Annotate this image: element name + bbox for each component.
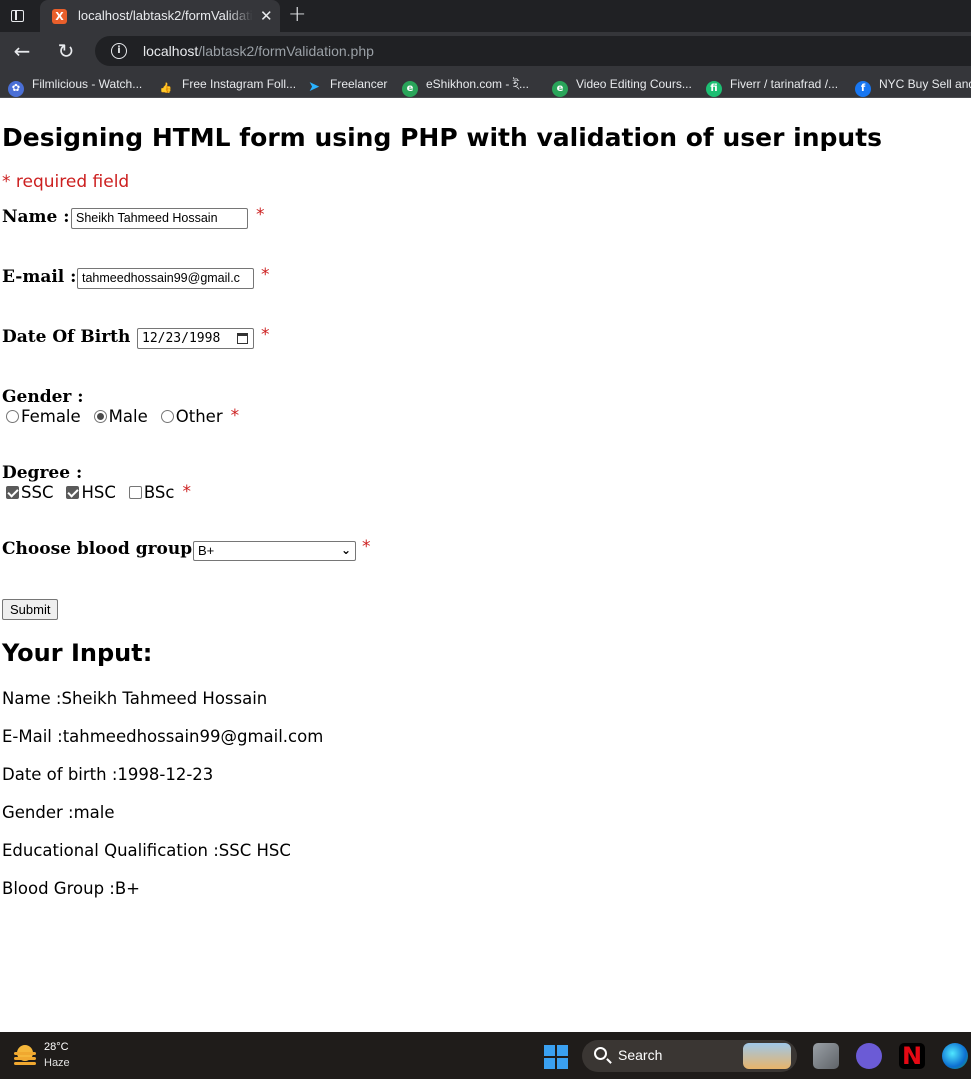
- bookmarks-bar: ✿ Filmlicious - Watch... 👍 Free Instagram …: [0, 70, 971, 98]
- dob-value: 12/23/1998: [142, 331, 221, 346]
- bookmark-item[interactable]: fi Fiverr / tarinafrad /...: [706, 75, 838, 97]
- edge-browser-icon[interactable]: [942, 1043, 968, 1069]
- email-label: E-mail :: [2, 267, 77, 287]
- thumbs-up-icon: 👍: [159, 83, 173, 94]
- radio-label: Female: [21, 406, 81, 426]
- blood-group-value: B+: [198, 543, 215, 558]
- name-input[interactable]: Sheikh Tahmeed Hossain: [71, 208, 248, 229]
- checkbox-ssc[interactable]: [6, 485, 19, 499]
- fiverr-icon: fi: [706, 81, 722, 97]
- output-dob: Date of birth :1998-12-23: [2, 765, 214, 784]
- checkbox-label: BSc: [143, 482, 175, 502]
- xampp-favicon-icon: X: [52, 9, 67, 24]
- required-asterisk: *: [256, 205, 265, 225]
- eshikhon-icon: e: [552, 81, 568, 97]
- new-tab-icon[interactable]: +: [288, 3, 306, 27]
- reload-icon[interactable]: ↻: [53, 39, 79, 63]
- email-input[interactable]: tahmeedhossain99@gmail.c: [77, 268, 254, 289]
- weather-temperature[interactable]: 28°C: [44, 1041, 69, 1053]
- page-title: Designing HTML form using PHP with valid…: [2, 123, 883, 152]
- blood-group-label: Choose blood group:: [2, 539, 199, 559]
- gender-options: Female Male Other *: [1, 406, 239, 426]
- page-content: Designing HTML form using PHP with valid…: [0, 99, 971, 1032]
- required-asterisk: *: [261, 325, 270, 345]
- taskbar: 28°C Haze Search N: [0, 1032, 971, 1079]
- windows-start-icon[interactable]: [544, 1045, 568, 1069]
- browser-toolbar: ← ↻ i localhost/labtask2/formValidation.…: [0, 32, 971, 70]
- facebook-icon: f: [855, 81, 871, 97]
- bookmark-item[interactable]: e Video Editing Cours...: [552, 75, 692, 97]
- weather-condition[interactable]: Haze: [44, 1057, 70, 1069]
- address-bar[interactable]: i localhost/labtask2/formValidation.php: [95, 36, 971, 66]
- calendar-icon[interactable]: [237, 333, 248, 344]
- search-label: Search: [618, 1047, 663, 1063]
- eshikhon-icon: e: [402, 81, 418, 97]
- teams-chat-icon[interactable]: [856, 1043, 882, 1069]
- radio-male[interactable]: [93, 409, 107, 423]
- dob-input[interactable]: 12/23/1998: [137, 328, 254, 349]
- chevron-down-icon: ⌄: [340, 543, 351, 557]
- bookmark-item[interactable]: ➤ Freelancer: [306, 75, 387, 95]
- output-education: Educational Qualification :SSC HSC: [2, 841, 291, 860]
- required-asterisk: *: [261, 265, 270, 285]
- back-arrow-icon[interactable]: ←: [9, 39, 35, 63]
- radio-other[interactable]: [160, 409, 174, 423]
- checkbox-bsc[interactable]: [128, 485, 142, 499]
- film-icon: ✿: [8, 81, 24, 97]
- taskbar-search[interactable]: Search: [582, 1040, 797, 1072]
- bookmark-item[interactable]: ✿ Filmlicious - Watch...: [8, 75, 142, 97]
- degree-options: SSC HSC BSc *: [1, 482, 191, 502]
- url-text[interactable]: localhost/labtask2/formValidation.php: [143, 43, 374, 59]
- checkbox-label: SSC: [21, 482, 54, 502]
- degree-label: Degree :: [2, 463, 83, 483]
- blood-group-select[interactable]: B+ ⌄: [193, 541, 356, 561]
- required-field-note: * required field: [2, 172, 130, 192]
- netflix-icon[interactable]: N: [899, 1043, 925, 1069]
- close-tab-icon[interactable]: ✕: [260, 7, 273, 25]
- output-blood-group: Blood Group :B+: [2, 879, 140, 898]
- gender-label: Gender :: [2, 387, 84, 407]
- radio-female[interactable]: [6, 409, 19, 423]
- required-asterisk: *: [230, 406, 240, 426]
- bookmark-item[interactable]: f NYC Buy Sell and: [855, 75, 971, 97]
- bookmark-item[interactable]: e eShikhon.com - ই...: [402, 75, 529, 97]
- output-email: E-Mail :tahmeedhossain99@gmail.com: [2, 727, 324, 746]
- tab-title: localhost/labtask2/formValidation.php: [78, 8, 253, 23]
- radio-label: Other: [175, 406, 223, 426]
- radio-label: Male: [108, 406, 148, 426]
- browser-tab-bar: X localhost/labtask2/formValidation.php …: [0, 0, 971, 32]
- browser-tab[interactable]: X localhost/labtask2/formValidation.php …: [40, 0, 280, 32]
- required-asterisk: *: [362, 537, 371, 557]
- checkbox-label: HSC: [81, 482, 116, 502]
- tab-actions-icon[interactable]: [8, 7, 28, 25]
- submit-button[interactable]: Submit: [2, 599, 59, 620]
- search-highlight-image: [743, 1043, 791, 1069]
- name-label: Name :: [2, 207, 70, 227]
- search-icon: [594, 1047, 607, 1060]
- checkbox-hsc[interactable]: [66, 485, 80, 499]
- weather-haze-icon[interactable]: [12, 1044, 38, 1066]
- output-gender: Gender :male: [2, 803, 115, 822]
- output-heading: Your Input:: [2, 639, 153, 667]
- dob-label: Date Of Birth :: [2, 327, 143, 347]
- freelancer-bird-icon: ➤: [308, 79, 320, 95]
- task-view-icon[interactable]: [813, 1043, 839, 1069]
- required-asterisk: *: [182, 482, 191, 502]
- site-info-icon[interactable]: i: [111, 43, 127, 59]
- bookmark-item[interactable]: 👍 Free Instagram Foll...: [158, 75, 296, 94]
- output-name: Name :Sheikh Tahmeed Hossain: [2, 689, 268, 708]
